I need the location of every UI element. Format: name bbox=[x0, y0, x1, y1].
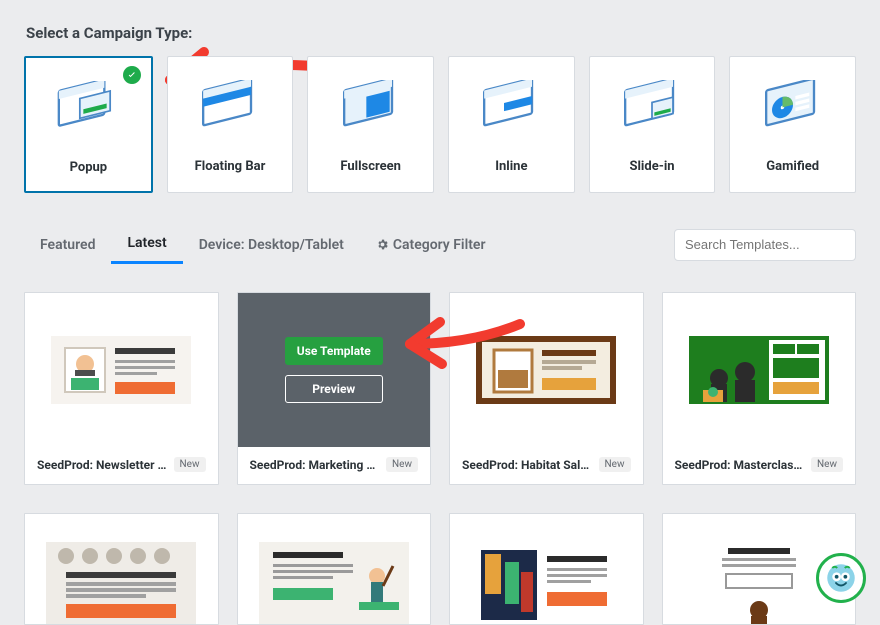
new-tag: New bbox=[599, 457, 631, 472]
template-thumbnail bbox=[689, 330, 829, 410]
filter-category[interactable]: Category Filter bbox=[360, 227, 502, 263]
filter-device[interactable]: Device: Desktop/Tablet bbox=[183, 227, 360, 263]
check-icon bbox=[123, 66, 141, 84]
tab-featured[interactable]: Featured bbox=[24, 227, 111, 263]
campaign-type-label: Slide-in bbox=[590, 149, 715, 190]
slide-in-icon bbox=[617, 80, 687, 140]
template-card[interactable]: SeedProd: Newsletter Squeeze New bbox=[24, 292, 219, 485]
template-name: SeedProd: Habitat Sales bbox=[462, 458, 593, 472]
new-tag: New bbox=[811, 457, 843, 472]
help-mascot-button[interactable] bbox=[816, 553, 866, 603]
section-heading: Select a Campaign Type: bbox=[26, 24, 856, 42]
template-thumbnail bbox=[476, 330, 616, 410]
campaign-type-label: Gamified bbox=[730, 149, 855, 190]
template-thumbnail bbox=[46, 542, 196, 625]
new-tag: New bbox=[174, 457, 206, 472]
template-thumbnail bbox=[684, 542, 834, 625]
fullscreen-icon bbox=[336, 80, 406, 140]
floating-bar-icon bbox=[195, 80, 265, 140]
campaign-type-popup[interactable]: Popup bbox=[24, 56, 153, 193]
popup-icon bbox=[53, 81, 123, 141]
template-card[interactable] bbox=[449, 513, 644, 625]
campaign-type-inline[interactable]: Inline bbox=[448, 56, 575, 193]
inline-icon bbox=[476, 80, 546, 140]
gear-icon bbox=[376, 238, 389, 251]
campaign-type-gamified[interactable]: Gamified bbox=[729, 56, 856, 193]
template-name: SeedProd: Newsletter Squeeze bbox=[37, 458, 168, 472]
template-thumbnail bbox=[259, 542, 409, 625]
use-template-button[interactable]: Use Template bbox=[285, 337, 383, 365]
campaign-type-label: Popup bbox=[26, 150, 151, 191]
tab-latest[interactable]: Latest bbox=[111, 225, 182, 264]
gamified-icon bbox=[758, 80, 828, 140]
campaign-type-label: Fullscreen bbox=[308, 149, 433, 190]
campaign-type-label: Floating Bar bbox=[168, 149, 293, 190]
template-card[interactable]: Use Template Preview SeedProd: Marketing… bbox=[237, 292, 432, 485]
template-card[interactable]: SeedProd: Habitat Sales New bbox=[449, 292, 644, 485]
campaign-type-label: Inline bbox=[449, 149, 574, 190]
campaign-type-slide-in[interactable]: Slide-in bbox=[589, 56, 716, 193]
campaign-type-floating-bar[interactable]: Floating Bar bbox=[167, 56, 294, 193]
template-card[interactable]: SeedProd: Masterclass Sales New bbox=[662, 292, 857, 485]
preview-button[interactable]: Preview bbox=[285, 375, 383, 403]
campaign-type-fullscreen[interactable]: Fullscreen bbox=[307, 56, 434, 193]
new-tag: New bbox=[386, 457, 418, 472]
template-card[interactable] bbox=[237, 513, 432, 625]
template-card[interactable] bbox=[24, 513, 219, 625]
template-thumbnail bbox=[51, 330, 191, 410]
search-input[interactable] bbox=[674, 229, 856, 261]
template-thumbnail bbox=[471, 542, 621, 625]
template-name: SeedProd: Masterclass Sales bbox=[675, 458, 806, 472]
template-name: SeedProd: Marketing Squeeze bbox=[250, 458, 381, 472]
mascot-icon bbox=[826, 563, 856, 593]
